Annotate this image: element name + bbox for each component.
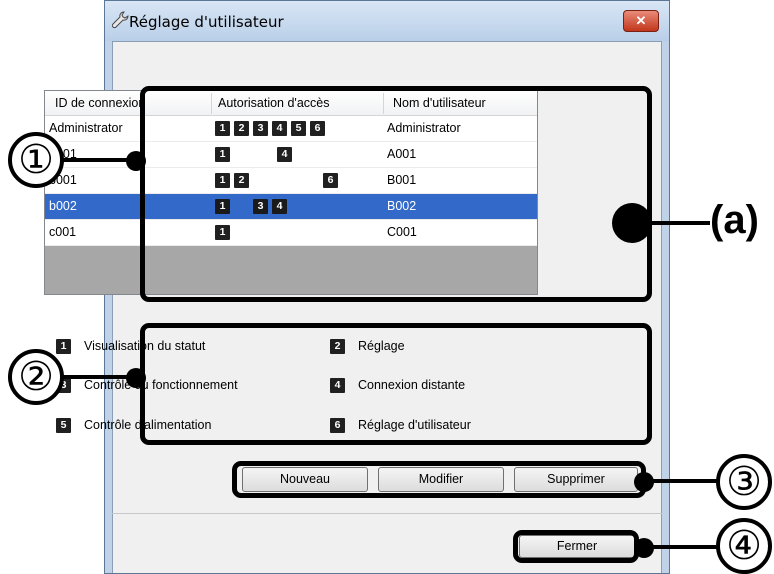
- close-window-button[interactable]: ✕: [623, 10, 659, 32]
- wrench-icon: [111, 11, 129, 29]
- title-bar[interactable]: Réglage d'utilisateur ✕: [105, 1, 669, 41]
- annotation-frame-legend: [140, 323, 652, 445]
- annotation-marker-2: ②: [8, 349, 64, 405]
- annotation-dot-4: [634, 538, 654, 558]
- annotation-dot-1: [126, 151, 146, 171]
- divider: [112, 513, 662, 514]
- window-title: Réglage d'utilisateur: [129, 13, 284, 31]
- cell-login-id: c001: [49, 225, 77, 239]
- annotation-frame-close: [513, 530, 639, 563]
- column-header-login-id[interactable]: ID de connexion: [55, 91, 145, 116]
- cell-login-id: Administrator: [49, 121, 123, 135]
- annotation-dot-2: [126, 368, 146, 388]
- annotation-frame-list: [140, 86, 652, 302]
- annotation-label-a: (a): [710, 198, 759, 242]
- permission-badge-5: 5: [56, 418, 71, 433]
- close-icon: ✕: [635, 13, 647, 28]
- annotation-dot-3: [634, 472, 654, 492]
- permission-badge-1: 1: [56, 339, 71, 354]
- annotation-marker-1: ①: [8, 132, 64, 188]
- annotation-frame-buttons: [232, 461, 646, 498]
- annotation-marker-3: ③: [716, 454, 772, 510]
- annotation-marker-4: ④: [716, 518, 772, 574]
- annotation-leader-a: [640, 221, 710, 225]
- cell-login-id: b002: [49, 199, 77, 213]
